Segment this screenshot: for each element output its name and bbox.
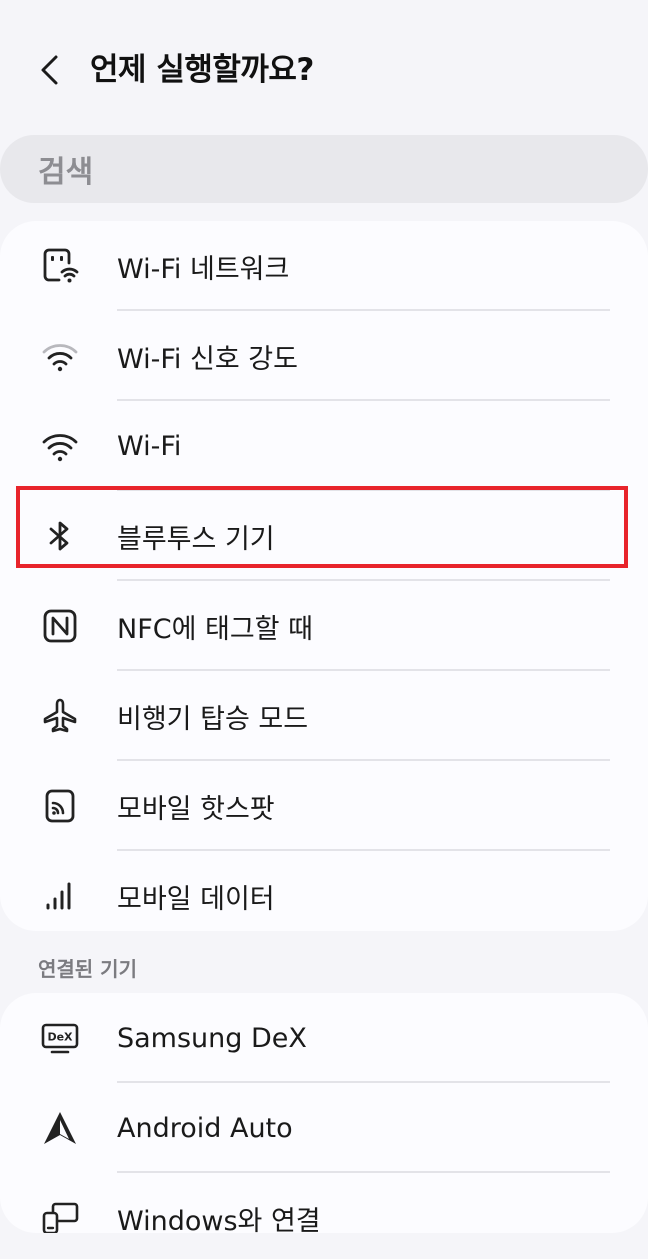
trigger-label: 비행기 탑승 모드 bbox=[117, 703, 309, 735]
trigger-item-nfc[interactable]: NFC에 태그할 때 bbox=[0, 581, 648, 671]
search-placeholder: 검색 bbox=[38, 155, 94, 190]
trigger-item-mobile-data[interactable]: 모바일 데이터 bbox=[0, 851, 648, 931]
trigger-label: Wi-Fi bbox=[117, 430, 182, 462]
wifi-network-icon bbox=[40, 246, 80, 286]
device-label: Windows와 연결 bbox=[117, 1205, 321, 1234]
back-button[interactable] bbox=[28, 48, 72, 92]
device-label: Samsung DeX bbox=[117, 1022, 307, 1054]
wifi-icon bbox=[40, 426, 80, 466]
device-item-android-auto[interactable]: Android Auto bbox=[0, 1083, 648, 1173]
dex-icon-text: DeX bbox=[47, 1031, 73, 1044]
mobile-data-icon bbox=[40, 876, 80, 916]
page-title: 언제 실행할까요? bbox=[90, 52, 314, 88]
device-item-link-to-windows[interactable]: Windows와 연결 bbox=[0, 1173, 648, 1233]
trigger-label: 모바일 데이터 bbox=[117, 883, 275, 915]
app-header: 언제 실행할까요? bbox=[0, 0, 648, 136]
hotspot-icon bbox=[40, 786, 80, 826]
chevron-left-icon bbox=[41, 55, 58, 85]
trigger-item-bluetooth[interactable]: 블루투스 기기 bbox=[0, 491, 648, 581]
trigger-list-card: Wi-Fi 네트워크 Wi-Fi 신호 강도 Wi-Fi 블루투스 기기 NFC… bbox=[0, 221, 648, 931]
trigger-label: Wi-Fi 신호 강도 bbox=[117, 343, 298, 375]
trigger-label: 블루투스 기기 bbox=[117, 523, 275, 555]
airplane-icon bbox=[40, 696, 80, 736]
connected-devices-card: DeX Samsung DeX Android Auto Windows와 연결 bbox=[0, 993, 648, 1233]
device-item-samsung-dex[interactable]: DeX Samsung DeX bbox=[0, 993, 648, 1083]
search-bar[interactable]: 검색 bbox=[0, 135, 648, 203]
dex-icon: DeX bbox=[40, 1018, 80, 1058]
device-label: Android Auto bbox=[117, 1112, 293, 1144]
trigger-item-wifi-network[interactable]: Wi-Fi 네트워크 bbox=[0, 221, 648, 311]
bluetooth-icon bbox=[40, 516, 80, 556]
trigger-item-wifi[interactable]: Wi-Fi bbox=[0, 401, 648, 491]
trigger-label: 모바일 핫스팟 bbox=[117, 793, 275, 825]
wifi-signal-strength-icon bbox=[40, 336, 80, 376]
android-auto-icon bbox=[40, 1108, 80, 1148]
trigger-item-mobile-hotspot[interactable]: 모바일 핫스팟 bbox=[0, 761, 648, 851]
trigger-label: Wi-Fi 네트워크 bbox=[117, 253, 290, 285]
trigger-label: NFC에 태그할 때 bbox=[117, 613, 313, 645]
trigger-item-wifi-signal-strength[interactable]: Wi-Fi 신호 강도 bbox=[0, 311, 648, 401]
link-to-windows-icon bbox=[40, 1198, 80, 1233]
nfc-icon bbox=[40, 606, 80, 646]
trigger-item-airplane-mode[interactable]: 비행기 탑승 모드 bbox=[0, 671, 648, 761]
section-header-connected-devices: 연결된 기기 bbox=[38, 957, 137, 981]
